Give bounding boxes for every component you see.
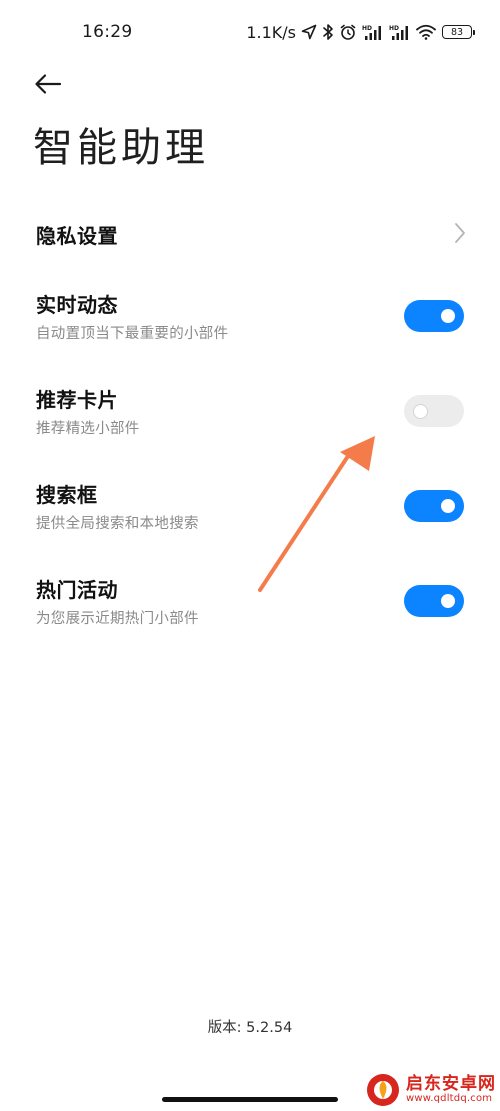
- privacy-settings-row[interactable]: 隐私设置: [0, 196, 500, 272]
- chevron-right-icon: [455, 223, 465, 243]
- setting-title: 推荐卡片: [36, 388, 118, 412]
- watermark-url: www.qdltdq.com: [406, 1092, 493, 1104]
- settings-list: 隐私设置 实时动态 自动置顶当下最重要的小部件 推荐卡片 推荐精选小部件 搜索框…: [0, 196, 500, 652]
- back-button[interactable]: [30, 66, 66, 102]
- setting-title: 搜索框: [36, 483, 98, 507]
- search-box-row[interactable]: 搜索框 提供全局搜索和本地搜索: [0, 462, 500, 557]
- watermark-name: 启东安卓网: [406, 1073, 496, 1094]
- watermark: 启东安卓网 www.qdltdq.com: [364, 1070, 498, 1110]
- network-speed: 1.1K/s: [246, 22, 296, 42]
- toggle-knob: [441, 594, 455, 608]
- signal-hd-icon: HD: [389, 25, 408, 40]
- status-bar: 16:29 1.1K/s HD HD 83: [0, 0, 500, 66]
- status-time: 16:29: [82, 22, 133, 42]
- status-icons: 1.1K/s HD HD 83: [246, 20, 475, 44]
- arrow-left-icon[interactable]: [34, 73, 62, 95]
- live-updates-toggle[interactable]: [404, 300, 464, 332]
- svg-text:HD: HD: [389, 25, 399, 32]
- recommended-cards-toggle[interactable]: [404, 395, 464, 427]
- setting-subtitle: 推荐精选小部件: [36, 421, 140, 437]
- battery-level: 83: [450, 26, 464, 38]
- wifi-icon: [416, 24, 436, 40]
- toggle-knob: [441, 499, 455, 513]
- setting-title: 热门活动: [36, 578, 118, 602]
- signal-hd-icon: HD: [362, 25, 381, 40]
- setting-title: 实时动态: [36, 293, 118, 317]
- search-box-toggle[interactable]: [404, 490, 464, 522]
- setting-subtitle: 为您展示近期热门小部件: [36, 611, 199, 627]
- toggle-knob: [413, 403, 428, 419]
- battery-icon: 83: [442, 25, 475, 39]
- privacy-settings-label: 隐私设置: [36, 224, 118, 248]
- page-title: 智能助理: [33, 125, 209, 171]
- watermark-logo-icon: [367, 1074, 399, 1106]
- bluetooth-icon: [323, 24, 333, 40]
- live-updates-row[interactable]: 实时动态 自动置顶当下最重要的小部件: [0, 272, 500, 367]
- setting-subtitle: 自动置顶当下最重要的小部件: [36, 326, 229, 342]
- location-arrow-icon: [301, 24, 317, 40]
- watermark-text: 启东安卓网 www.qdltdq.com: [406, 1073, 496, 1104]
- alarm-icon: [340, 24, 356, 40]
- setting-subtitle: 提供全局搜索和本地搜索: [36, 516, 199, 532]
- recommended-cards-row[interactable]: 推荐卡片 推荐精选小部件: [0, 367, 500, 462]
- home-indicator[interactable]: [162, 1097, 338, 1102]
- version-label: 版本: 5.2.54: [207, 1020, 293, 1036]
- hot-events-toggle[interactable]: [404, 585, 464, 617]
- hot-events-row[interactable]: 热门活动 为您展示近期热门小部件: [0, 557, 500, 652]
- svg-text:HD: HD: [362, 25, 372, 32]
- toggle-knob: [441, 309, 455, 323]
